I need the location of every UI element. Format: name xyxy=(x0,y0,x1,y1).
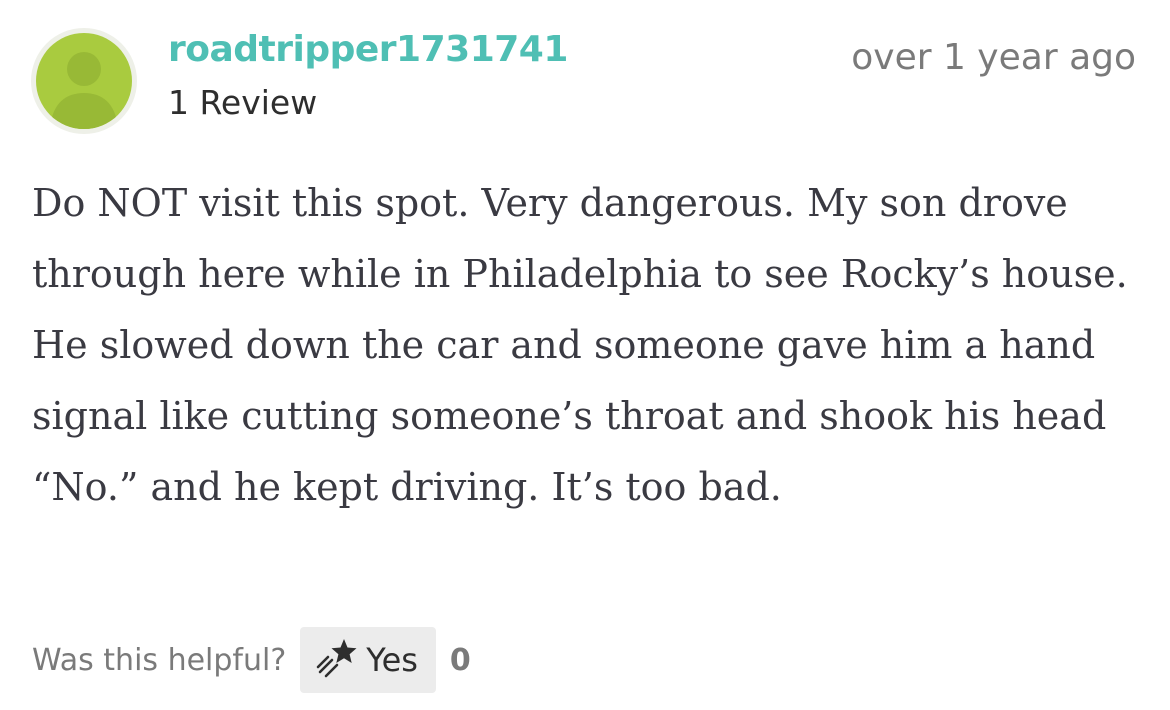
review-card: roadtripper1731741 1 Review over 1 year … xyxy=(0,0,1170,710)
yes-label: Yes xyxy=(366,641,418,679)
helpful-row: Was this helpful? Yes 0 xyxy=(32,626,471,694)
review-timestamp: over 1 year ago xyxy=(851,37,1136,78)
helpful-yes-button[interactable]: Yes xyxy=(300,627,436,693)
helpful-prompt: Was this helpful? xyxy=(32,642,287,678)
avatar[interactable] xyxy=(31,28,137,134)
helpful-count: 0 xyxy=(449,642,471,678)
username-link[interactable]: roadtripper1731741 xyxy=(168,28,568,72)
review-text: Do NOT visit this spot. Very dangerous. … xyxy=(32,181,1128,509)
user-silhouette-icon xyxy=(36,33,132,129)
review-count: 1 Review xyxy=(168,83,318,122)
shooting-star-icon xyxy=(314,636,366,685)
